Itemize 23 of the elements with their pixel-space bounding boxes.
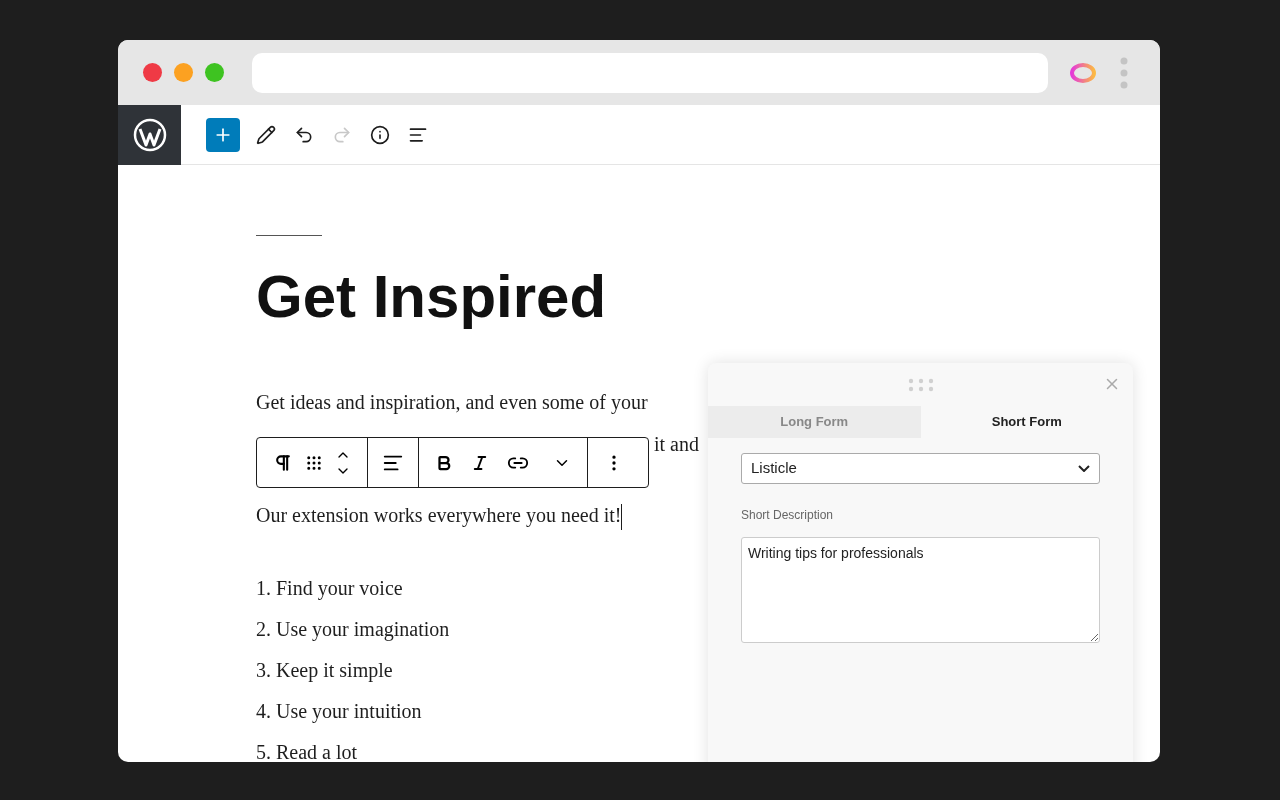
- post-title[interactable]: Get Inspired: [256, 262, 1160, 332]
- italic-icon[interactable]: [471, 453, 489, 472]
- wordpress-logo-icon: [132, 117, 167, 152]
- close-window-icon[interactable]: [143, 63, 162, 82]
- list-item[interactable]: 5. Read a lot: [256, 740, 358, 762]
- paragraph-icon[interactable]: [273, 452, 293, 473]
- site-logo-button[interactable]: [118, 104, 181, 165]
- drag-handle-icon[interactable]: [305, 453, 323, 472]
- list-item[interactable]: 4. Use your intuition: [256, 699, 422, 724]
- paragraph-text[interactable]: Get ideas and inspiration, and even some of your: [256, 390, 648, 414]
- description-field[interactable]: Writing tips for professionals: [741, 537, 1100, 643]
- paragraph-text[interactable]: Our extension works everywhere you need it!: [256, 503, 623, 531]
- bold-icon[interactable]: [435, 453, 453, 472]
- paragraph-text[interactable]: it and: [654, 432, 699, 456]
- ring-logo-icon[interactable]: [1069, 61, 1097, 84]
- list-item[interactable]: 3. Keep it simple: [256, 658, 393, 683]
- add-block-button[interactable]: [206, 117, 240, 152]
- field-label: Short Description: [741, 507, 835, 524]
- list-item[interactable]: 2. Use your imagination: [256, 617, 450, 642]
- drag-handle-icon[interactable]: [907, 377, 934, 392]
- chevron-down-icon: [1078, 465, 1090, 472]
- form-type-select[interactable]: Listicle: [741, 453, 1100, 484]
- list-item[interactable]: 1. Find your voice: [256, 576, 403, 601]
